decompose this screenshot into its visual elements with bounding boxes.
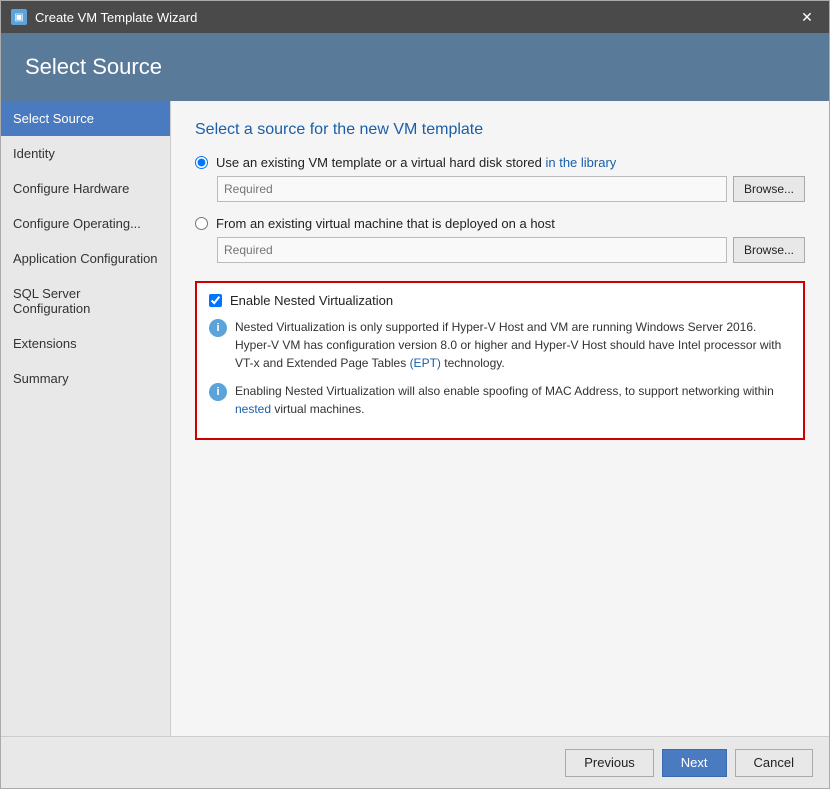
sidebar: Select Source Identity Configure Hardwar…: [1, 101, 171, 736]
nested-virtualization-checkbox[interactable]: [209, 294, 222, 307]
option2-browse-button[interactable]: Browse...: [733, 237, 805, 263]
option1-label[interactable]: Use an existing VM template or a virtual…: [216, 155, 616, 170]
window-icon: ▣: [11, 9, 27, 25]
info-row-2: i Enabling Nested Virtualization will al…: [209, 382, 791, 418]
next-button[interactable]: Next: [662, 749, 727, 777]
sidebar-item-extensions[interactable]: Extensions: [1, 326, 170, 361]
wizard-window: ▣ Create VM Template Wizard ✕ Select Sou…: [0, 0, 830, 789]
info-text-2: Enabling Nested Virtualization will also…: [235, 382, 791, 418]
option1-input-row: Browse...: [217, 176, 805, 202]
nested-virtualization-label[interactable]: Enable Nested Virtualization: [230, 293, 393, 308]
option2-radio[interactable]: [195, 217, 208, 230]
sidebar-item-summary[interactable]: Summary: [1, 361, 170, 396]
footer: Previous Next Cancel: [1, 736, 829, 788]
sidebar-item-application-configuration[interactable]: Application Configuration: [1, 241, 170, 276]
option2-input[interactable]: [217, 237, 727, 263]
option2-input-row: Browse...: [217, 237, 805, 263]
close-button[interactable]: ✕: [795, 5, 819, 29]
info-text-1: Nested Virtualization is only supported …: [235, 318, 791, 372]
cancel-button[interactable]: Cancel: [735, 749, 813, 777]
sidebar-item-sql-server-configuration[interactable]: SQL Server Configuration: [1, 276, 170, 326]
option2-row: From an existing virtual machine that is…: [195, 216, 805, 231]
sidebar-item-identity[interactable]: Identity: [1, 136, 170, 171]
window-title: Create VM Template Wizard: [35, 10, 795, 25]
option1-input[interactable]: [217, 176, 727, 202]
sidebar-item-configure-operating[interactable]: Configure Operating...: [1, 206, 170, 241]
info-icon-2: i: [209, 383, 227, 401]
previous-button[interactable]: Previous: [565, 749, 654, 777]
nested-virtualization-box: Enable Nested Virtualization i Nested Vi…: [195, 281, 805, 440]
option1-row: Use an existing VM template or a virtual…: [195, 155, 805, 170]
main-content: Select a source for the new VM template …: [171, 101, 829, 736]
info-row-1: i Nested Virtualization is only supporte…: [209, 318, 791, 372]
title-bar: ▣ Create VM Template Wizard ✕: [1, 1, 829, 33]
info-icon-1: i: [209, 319, 227, 337]
sidebar-item-select-source[interactable]: Select Source: [1, 101, 170, 136]
main-title: Select a source for the new VM template: [195, 121, 805, 139]
option2-label[interactable]: From an existing virtual machine that is…: [216, 216, 555, 231]
header: Select Source: [1, 33, 829, 101]
option1-radio[interactable]: [195, 156, 208, 169]
sidebar-item-configure-hardware[interactable]: Configure Hardware: [1, 171, 170, 206]
content-area: Select Source Identity Configure Hardwar…: [1, 101, 829, 736]
option1-browse-button[interactable]: Browse...: [733, 176, 805, 202]
header-title: Select Source: [25, 54, 162, 80]
checkbox-row: Enable Nested Virtualization: [209, 293, 791, 308]
